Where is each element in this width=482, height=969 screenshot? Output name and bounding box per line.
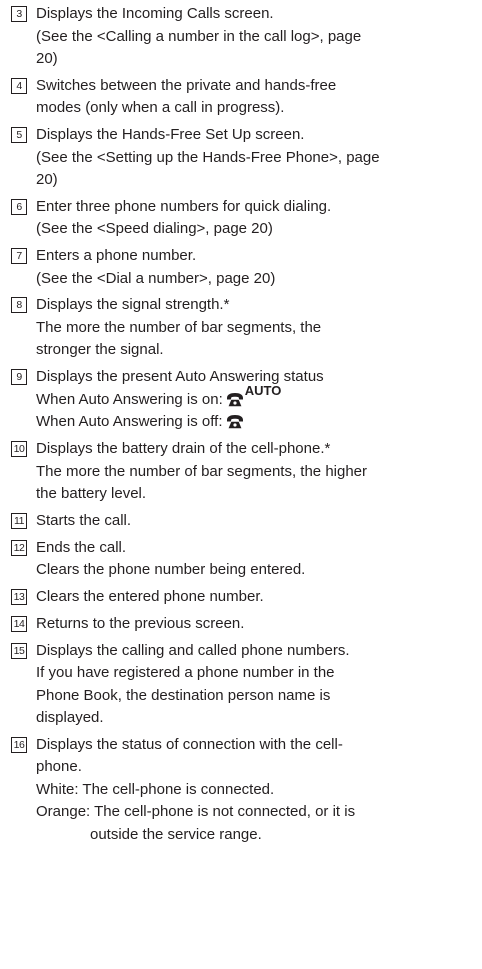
item-line: displayed. xyxy=(36,709,104,727)
item-line: Clears the phone number being entered. xyxy=(36,561,306,579)
item-line: modes (only when a call in progress). xyxy=(36,99,285,117)
item-line: Clears the entered phone number. xyxy=(36,587,264,605)
item-line: Displays the signal strength.* xyxy=(36,296,230,314)
item-text: Displays the calling and called phone nu… xyxy=(36,640,476,730)
item-text: Displays the Incoming Calls screen. (See… xyxy=(36,3,476,71)
item-line: outside the service range. xyxy=(90,825,262,843)
item-line: Enter three phone numbers for quick dial… xyxy=(36,197,332,215)
list-item: 11 Starts the call. xyxy=(11,510,476,533)
item-line: the battery level. xyxy=(36,485,147,503)
item-number: 4 xyxy=(11,77,27,94)
list-item: 12 Ends the call. Clears the phone numbe… xyxy=(11,537,476,582)
item-line: Enters a phone number. xyxy=(36,247,197,265)
item-line: (See the <Dial a number>, page 20) xyxy=(36,269,276,287)
item-number: 3 xyxy=(11,6,27,22)
item-text: Displays the status of connection with t… xyxy=(36,734,476,847)
item-number: 16 xyxy=(11,736,27,753)
item-line: Phone Book, the destination person name … xyxy=(36,686,331,704)
list-item: 8 Displays the signal strength.* The mor… xyxy=(11,294,476,362)
item-line: Displays the calling and called phone nu… xyxy=(36,641,350,659)
item-number: 12 xyxy=(11,539,27,556)
item-text: Displays the battery drain of the cell-p… xyxy=(36,438,476,506)
list-item: 5 Displays the Hands-Free Set Up screen.… xyxy=(11,124,476,192)
item-text: Displays the signal strength.* The more … xyxy=(36,294,476,362)
item-number: 13 xyxy=(11,588,27,605)
list-item: 9 Displays the present Auto Answering st… xyxy=(11,366,476,434)
auto-answer-off-label: When Auto Answering is off: xyxy=(36,413,223,431)
item-line: Starts the call. xyxy=(36,511,132,529)
item-line: Orange: The cell-phone is not connected,… xyxy=(36,803,356,821)
item-line: Displays the Hands-Free Set Up screen. xyxy=(36,126,305,144)
item-line: 20) xyxy=(36,171,58,189)
list-item: 6 Enter three phone numbers for quick di… xyxy=(11,196,476,241)
telephone-handset-icon xyxy=(226,392,243,406)
item-line: If you have registered a phone number in… xyxy=(36,664,335,682)
item-list: 3 Displays the Incoming Calls screen. (S… xyxy=(11,3,476,851)
item-line: Returns to the previous screen. xyxy=(36,614,245,632)
telephone-handset-icon xyxy=(226,415,243,429)
item-text: Starts the call. xyxy=(36,510,476,533)
list-item: 10 Displays the battery drain of the cel… xyxy=(11,438,476,506)
item-number: 5 xyxy=(11,127,27,144)
item-number: 15 xyxy=(11,642,27,659)
item-line: (See the <Setting up the Hands-Free Phon… xyxy=(36,148,380,166)
item-number: 9 xyxy=(11,369,27,386)
item-text: Switches between the private and hands-f… xyxy=(36,75,476,120)
item-number: 7 xyxy=(11,248,27,265)
list-item: 14 Returns to the previous screen. xyxy=(11,613,476,636)
auto-answer-on-label: When Auto Answering is on: xyxy=(36,390,223,408)
item-text: Ends the call. Clears the phone number b… xyxy=(36,537,476,582)
item-line: Ends the call. xyxy=(36,538,127,556)
item-number: 14 xyxy=(11,615,27,632)
item-text: Enter three phone numbers for quick dial… xyxy=(36,196,476,241)
auto-answer-on-line: When Auto Answering is on: AUTO xyxy=(36,383,476,412)
list-item: 4 Switches between the private and hands… xyxy=(11,75,476,120)
item-text: Enters a phone number. (See the <Dial a … xyxy=(36,245,476,290)
list-item: 16 Displays the status of connection wit… xyxy=(11,734,476,847)
item-line: phone. xyxy=(36,758,82,776)
list-item: 3 Displays the Incoming Calls screen. (S… xyxy=(11,3,476,71)
item-text: Displays the present Auto Answering stat… xyxy=(36,366,476,434)
item-line: Displays the status of connection with t… xyxy=(36,735,343,753)
item-line: Switches between the private and hands-f… xyxy=(36,76,337,94)
item-line: The more the number of bar segments, the xyxy=(36,318,322,336)
item-line: 20) xyxy=(36,50,58,67)
list-item: 13 Clears the entered phone number. xyxy=(11,586,476,609)
item-text: Displays the Hands-Free Set Up screen. (… xyxy=(36,124,476,192)
item-line: Displays the battery drain of the cell-p… xyxy=(36,440,331,458)
item-line: Displays the Incoming Calls screen. xyxy=(36,5,274,22)
item-text: Returns to the previous screen. xyxy=(36,613,476,636)
item-number: 6 xyxy=(11,198,27,215)
item-number: 8 xyxy=(11,297,27,314)
item-text: Clears the entered phone number. xyxy=(36,586,476,609)
auto-answer-off-line: When Auto Answering is off: xyxy=(36,411,476,434)
item-line: White: The cell-phone is connected. xyxy=(36,780,275,798)
list-item: 15 Displays the calling and called phone… xyxy=(11,640,476,730)
auto-badge: AUTO xyxy=(244,382,282,398)
item-line: stronger the signal. xyxy=(36,341,164,359)
item-number: 10 xyxy=(11,441,27,458)
item-line: (See the <Calling a number in the call l… xyxy=(36,27,362,45)
item-number: 11 xyxy=(11,512,27,529)
item-line: The more the number of bar segments, the… xyxy=(36,462,368,480)
item-line: (See the <Speed dialing>, page 20) xyxy=(36,220,273,238)
list-item: 7 Enters a phone number. (See the <Dial … xyxy=(11,245,476,290)
